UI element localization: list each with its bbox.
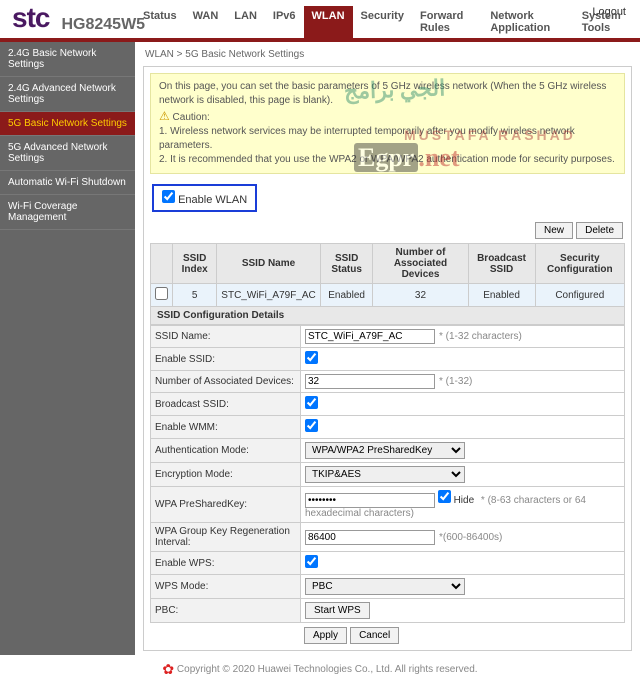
tab-network-application[interactable]: Network Application — [482, 6, 573, 38]
ssid-table-header: SSID Index SSID Name SSID Status Number … — [151, 244, 625, 284]
checkbox-enable-wmm[interactable] — [305, 419, 318, 432]
checkbox-hide-psk[interactable] — [438, 490, 451, 503]
sidebar-item-24g-advanced[interactable]: 2.4G Advanced Network Settings — [0, 77, 135, 112]
input-ssid-name[interactable] — [305, 329, 435, 344]
tab-forward-rules[interactable]: Forward Rules — [412, 6, 482, 38]
cell-index: 5 — [173, 284, 217, 307]
tab-wlan[interactable]: WLAN — [304, 6, 353, 38]
label-broadcast-ssid: Broadcast SSID: — [151, 393, 301, 416]
cancel-button[interactable]: Cancel — [350, 627, 399, 644]
label-assoc-devices: Number of Associated Devices: — [151, 371, 301, 393]
tab-system-tools[interactable]: System Tools — [574, 6, 640, 38]
content-box: الجي برامج MUSTAFA RASHAD Egpr.net On th… — [143, 66, 632, 651]
row-select-checkbox[interactable] — [155, 287, 168, 300]
tab-status[interactable]: Status — [135, 6, 185, 38]
col-broadcast: Broadcast SSID — [468, 244, 535, 284]
notice-box: On this page, you can set the basic para… — [150, 73, 625, 174]
brand-logo: stc — [12, 2, 49, 38]
label-rekey: WPA Group Key Regeneration Interval: — [151, 523, 301, 552]
caution-label: Caution: — [173, 112, 210, 123]
cell-status: Enabled — [320, 284, 373, 307]
huawei-icon: ✿ — [162, 661, 174, 677]
cell-security: Configured — [535, 284, 624, 307]
select-wps-mode[interactable]: PBC — [305, 578, 465, 595]
details-title: SSID Configuration Details — [150, 307, 625, 325]
new-button[interactable]: New — [535, 222, 573, 239]
label-pbc: PBC: — [151, 599, 301, 623]
input-psk[interactable] — [305, 493, 435, 508]
tab-security[interactable]: Security — [353, 6, 412, 38]
label-enable-wmm: Enable WMM: — [151, 416, 301, 439]
sidebar-item-24g-basic[interactable]: 2.4G Basic Network Settings — [0, 42, 135, 77]
label-psk: WPA PreSharedKey: — [151, 487, 301, 523]
apply-button[interactable]: Apply — [304, 627, 347, 644]
config-form: SSID Name: * (1-32 characters) Enable SS… — [150, 325, 625, 623]
caution-icon: ⚠ — [159, 109, 170, 123]
delete-button[interactable]: Delete — [576, 222, 623, 239]
model-number: HG8245W5 — [61, 16, 145, 38]
col-ssid-index: SSID Index — [173, 244, 217, 284]
select-enc-mode[interactable]: TKIP&AES — [305, 466, 465, 483]
hint-assoc-devices: * (1-32) — [439, 376, 472, 387]
copyright: Copyright © 2020 Huawei Technologies Co.… — [177, 664, 478, 675]
label-ssid-name: SSID Name: — [151, 326, 301, 348]
cell-name: STC_WiFi_A79F_AC — [217, 284, 320, 307]
enable-wlan-label: Enable WLAN — [178, 194, 247, 206]
col-ssid-name: SSID Name — [217, 244, 320, 284]
notice-line-1: 1. Wireless network services may be inte… — [159, 125, 616, 153]
start-wps-button[interactable]: Start WPS — [305, 602, 370, 619]
content: WLAN > 5G Basic Network Settings الجي بر… — [135, 42, 640, 655]
ssid-table: SSID Index SSID Name SSID Status Number … — [150, 243, 625, 307]
top-nav: Status WAN LAN IPv6 WLAN Security Forwar… — [135, 6, 640, 38]
label-enc-mode: Encryption Mode: — [151, 463, 301, 487]
main: 2.4G Basic Network Settings 2.4G Advance… — [0, 42, 640, 655]
sidebar-item-5g-advanced[interactable]: 5G Advanced Network Settings — [0, 136, 135, 171]
checkbox-enable-ssid[interactable] — [305, 351, 318, 364]
form-actions: Apply Cancel — [150, 623, 625, 644]
sidebar-item-coverage[interactable]: Wi-Fi Coverage Management — [0, 195, 135, 230]
col-security: Security Configuration — [535, 244, 624, 284]
enable-wlan-box: Enable WLAN — [152, 184, 257, 212]
cell-broadcast: Enabled — [468, 284, 535, 307]
select-auth-mode[interactable]: WPA/WPA2 PreSharedKey — [305, 442, 465, 459]
table-button-row: New Delete — [152, 222, 623, 239]
notice-line-2: 2. It is recommended that you use the WP… — [159, 153, 616, 167]
hint-ssid-name: * (1-32 characters) — [439, 331, 522, 342]
input-assoc-devices[interactable] — [305, 374, 435, 389]
label-wps-mode: WPS Mode: — [151, 575, 301, 599]
tab-lan[interactable]: LAN — [226, 6, 265, 38]
label-enable-wps: Enable WPS: — [151, 552, 301, 575]
checkbox-enable-wps[interactable] — [305, 555, 318, 568]
sidebar: 2.4G Basic Network Settings 2.4G Advance… — [0, 42, 135, 655]
col-ssid-status: SSID Status — [320, 244, 373, 284]
checkbox-broadcast-ssid[interactable] — [305, 396, 318, 409]
enable-wlan-checkbox[interactable] — [162, 190, 175, 203]
header: stc HG8245W5 Logout Status WAN LAN IPv6 … — [0, 0, 640, 42]
tab-ipv6[interactable]: IPv6 — [265, 6, 304, 38]
ssid-table-row[interactable]: 5 STC_WiFi_A79F_AC Enabled 32 Enabled Co… — [151, 284, 625, 307]
sidebar-item-5g-basic[interactable]: 5G Basic Network Settings — [0, 112, 135, 136]
cell-devices: 32 — [373, 284, 468, 307]
col-assoc-devices: Number of Associated Devices — [373, 244, 468, 284]
hint-rekey: *(600-86400s) — [439, 532, 502, 543]
label-hide: Hide — [454, 495, 475, 506]
label-auth-mode: Authentication Mode: — [151, 439, 301, 463]
notice-intro: On this page, you can set the basic para… — [159, 80, 616, 108]
breadcrumb: WLAN > 5G Basic Network Settings — [143, 46, 632, 66]
tab-wan[interactable]: WAN — [185, 6, 227, 38]
label-enable-ssid: Enable SSID: — [151, 348, 301, 371]
sidebar-item-auto-shutdown[interactable]: Automatic Wi-Fi Shutdown — [0, 171, 135, 195]
footer: ✿ Copyright © 2020 Huawei Technologies C… — [0, 655, 640, 680]
input-rekey[interactable] — [305, 530, 435, 545]
